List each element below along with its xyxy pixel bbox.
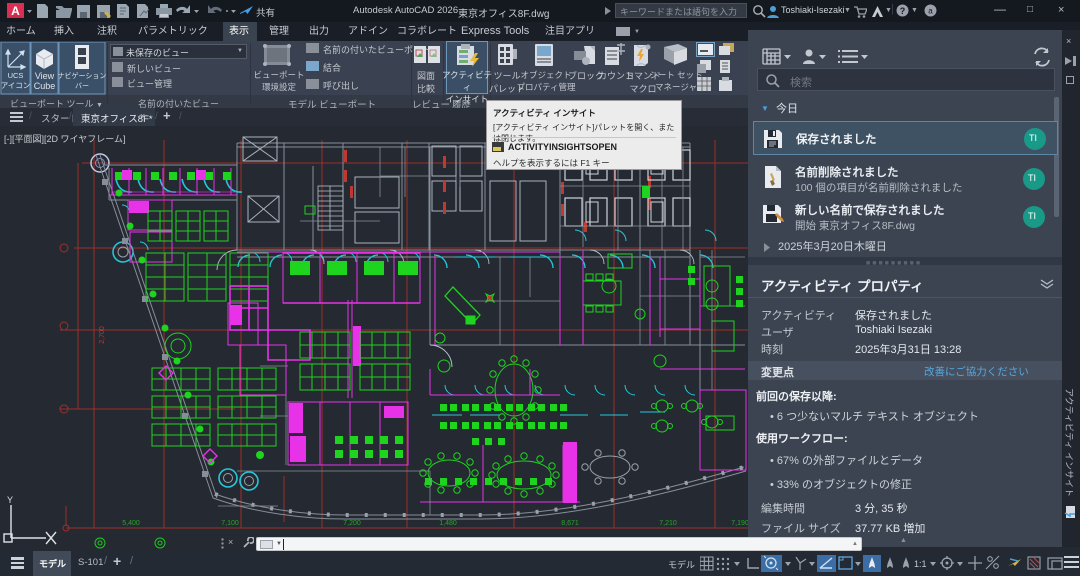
svg-text:7,210: 7,210 bbox=[659, 520, 677, 527]
svg-text:5,400: 5,400 bbox=[122, 520, 140, 527]
svg-text:7,190: 7,190 bbox=[731, 520, 749, 527]
svg-text:A: A bbox=[11, 4, 20, 18]
svg-text:a: a bbox=[928, 7, 933, 16]
svg-text:?: ? bbox=[900, 6, 906, 16]
svg-text:Y: Y bbox=[7, 495, 13, 505]
svg-text:8,671: 8,671 bbox=[561, 520, 579, 527]
svg-text:7,100: 7,100 bbox=[221, 520, 239, 527]
svg-text:7,200: 7,200 bbox=[343, 520, 361, 527]
svg-text:1,480: 1,480 bbox=[439, 520, 457, 527]
svg-text:1:1: 1:1 bbox=[914, 559, 927, 569]
svg-text:2,700: 2,700 bbox=[99, 326, 106, 344]
